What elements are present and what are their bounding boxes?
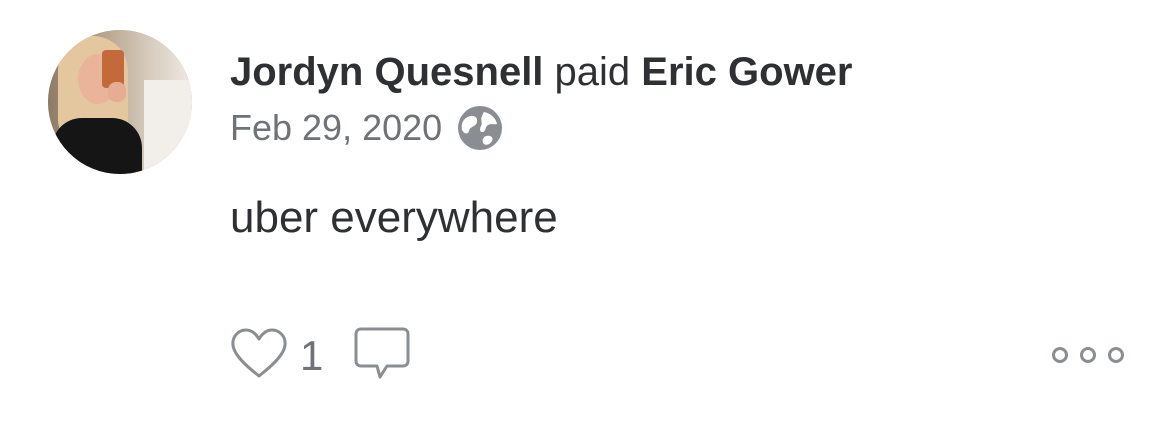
story-title: Jordyn Quesnell paid Eric Gower bbox=[230, 42, 853, 102]
more-options-icon bbox=[1052, 347, 1068, 363]
recipient-name[interactable]: Eric Gower bbox=[641, 50, 852, 94]
story-actions: 1 bbox=[230, 326, 411, 386]
comment-button[interactable] bbox=[353, 325, 411, 388]
globe-icon bbox=[456, 104, 504, 152]
story-meta: Feb 29, 2020 bbox=[230, 100, 504, 156]
heart-icon bbox=[230, 328, 288, 385]
sender-name[interactable]: Jordyn Quesnell bbox=[230, 50, 543, 94]
comment-icon bbox=[353, 325, 411, 388]
more-options-button[interactable] bbox=[1052, 340, 1124, 370]
more-options-dot bbox=[1108, 347, 1124, 363]
story-date: Feb 29, 2020 bbox=[230, 107, 443, 148]
like-count: 1 bbox=[300, 332, 324, 379]
action-verb: paid bbox=[554, 50, 631, 94]
story-message: uber everywhere bbox=[230, 193, 558, 242]
more-options-dot bbox=[1080, 347, 1096, 363]
avatar[interactable] bbox=[48, 30, 192, 174]
like-button[interactable]: 1 bbox=[230, 328, 353, 385]
